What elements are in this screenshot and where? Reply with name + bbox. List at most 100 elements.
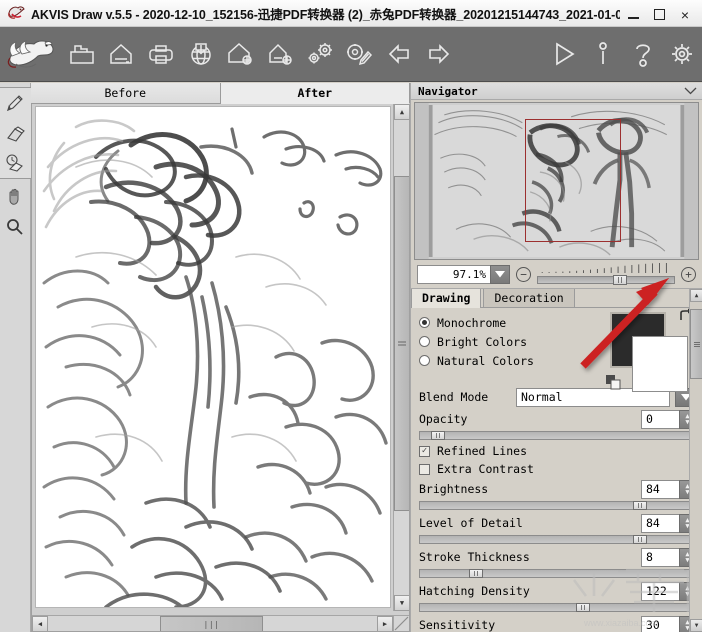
info-icon[interactable] [583, 32, 623, 77]
level-of-detail-slider[interactable] [419, 535, 694, 544]
right-panel: Navigator 97.1% − + Drawing Decoration M… [410, 83, 702, 632]
image-view-tabs: Before After [31, 83, 410, 104]
scroll-up-arrow[interactable]: ▲ [394, 104, 409, 120]
opacity-stepper[interactable]: 0 ▲ ▼ [641, 409, 696, 429]
radio-bright-colors[interactable] [419, 336, 430, 347]
scrollbar-corner-grip [393, 615, 409, 631]
pencil-tool-icon[interactable] [1, 88, 30, 118]
redo-arrow-icon[interactable] [419, 32, 459, 77]
brightness-stepper[interactable]: 84 ▲ ▼ [641, 479, 696, 499]
hatching-density-slider[interactable] [419, 603, 694, 612]
radio-natural-colors[interactable] [419, 355, 430, 366]
hatching-density-stepper[interactable]: 122 ▲ ▼ [641, 581, 696, 601]
sensitivity-stepper[interactable]: 30 ▲ ▼ [641, 615, 696, 632]
settings-scroll-up[interactable]: ▲ [690, 289, 702, 302]
opacity-slider[interactable] [419, 431, 694, 440]
tab-before[interactable]: Before [31, 83, 221, 103]
label-bright-colors: Bright Colors [437, 334, 528, 349]
scroll-right-arrow[interactable]: ▶ [377, 616, 393, 631]
save-preset-icon[interactable] [260, 32, 300, 77]
zoom-out-button[interactable]: − [516, 266, 531, 282]
navigator-header: Navigator [411, 83, 702, 100]
settings-scroll-down[interactable]: ▼ [690, 619, 702, 632]
history-brush-tool-icon[interactable] [1, 148, 30, 178]
print-image-icon[interactable] [141, 32, 181, 77]
eraser-tool-icon[interactable] [1, 118, 30, 148]
workspace: Before After ▲ ▼ ◀ ||| ▶ Navigator 97.1%… [0, 83, 702, 632]
publish-web-icon[interactable] [181, 32, 221, 77]
canvas-horizontal-scrollbar[interactable]: ◀ ||| ▶ [32, 615, 409, 631]
tool-rail [0, 83, 31, 632]
tab-drawing[interactable]: Drawing [411, 289, 482, 308]
navigator-thumbnail[interactable] [414, 102, 699, 260]
brightness-slider[interactable] [419, 501, 694, 510]
chevron-down-icon[interactable] [684, 85, 697, 98]
settings-body: Monochrome Bright Colors Natural Colors … [411, 308, 702, 632]
brightness-slider-thumb[interactable] [632, 501, 647, 510]
close-button[interactable]: × [672, 3, 698, 27]
tab-decoration[interactable]: Decoration [483, 289, 575, 307]
level-of-detail-value[interactable]: 84 [641, 513, 679, 533]
hand-tool-icon[interactable] [1, 182, 30, 212]
settings-panel: Drawing Decoration Monochrome Bright Col… [411, 288, 702, 632]
zoom-value[interactable]: 97.1% [417, 264, 490, 284]
brightness-label: Brightness [419, 482, 489, 496]
maximize-button[interactable] [646, 3, 672, 27]
opacity-slider-thumb[interactable] [430, 431, 445, 440]
undo-arrow-icon[interactable] [379, 32, 419, 77]
stroke-thickness-slider-thumb[interactable] [469, 569, 484, 578]
zoom-slider-track[interactable] [537, 276, 675, 284]
sensitivity-label: Sensitivity [419, 618, 496, 632]
zoom-slider-thumb[interactable] [612, 275, 627, 285]
canvas-wrapper: ▲ ▼ ◀ ||| ▶ [31, 104, 410, 632]
opacity-label: Opacity [419, 412, 468, 426]
zoom-tool-icon[interactable] [1, 212, 30, 242]
result-image[interactable] [35, 106, 391, 608]
background-color-swatch[interactable] [632, 336, 688, 392]
hatching-density-value[interactable]: 122 [641, 581, 679, 601]
default-colors-icon[interactable] [606, 375, 622, 394]
scroll-left-arrow[interactable]: ◀ [32, 616, 48, 631]
load-preset-icon[interactable] [221, 32, 261, 77]
image-area: Before After ▲ ▼ ◀ ||| ▶ [31, 83, 410, 632]
save-image-icon[interactable] [102, 32, 142, 77]
help-question-icon[interactable] [623, 32, 663, 77]
settings-gear-icon[interactable] [662, 32, 702, 77]
minimize-button[interactable] [620, 3, 646, 27]
vscroll-thumb[interactable] [394, 176, 409, 511]
open-image-icon[interactable] [62, 32, 102, 77]
brightness-value[interactable]: 84 [641, 479, 679, 499]
hscroll-thumb[interactable]: ||| [160, 616, 263, 631]
stroke-thickness-slider[interactable] [419, 569, 694, 578]
scroll-down-arrow[interactable]: ▼ [394, 595, 409, 611]
sensitivity-value[interactable]: 30 [641, 615, 679, 632]
stroke-thickness-value[interactable]: 8 [641, 547, 679, 567]
run-play-icon[interactable] [543, 32, 583, 77]
level-of-detail-slider-thumb[interactable] [632, 535, 647, 544]
extra-contrast-row[interactable]: Extra Contrast [411, 460, 702, 478]
checkbox-refined-lines[interactable]: ✓ [419, 445, 430, 457]
level-of-detail-stepper[interactable]: 84 ▲ ▼ [641, 513, 696, 533]
opacity-row: Opacity 0 ▲ ▼ [411, 408, 702, 430]
preferences-gears-icon[interactable] [300, 32, 340, 77]
opacity-value[interactable]: 0 [641, 409, 679, 429]
checkbox-extra-contrast[interactable] [419, 463, 430, 475]
refined-lines-row[interactable]: ✓ Refined Lines [411, 442, 702, 460]
canvas-vertical-scrollbar[interactable]: ▲ ▼ [393, 104, 409, 611]
zoom-in-button[interactable]: + [681, 266, 696, 282]
tab-after[interactable]: After [220, 83, 410, 104]
blend-mode-label: Blend Mode [419, 390, 489, 404]
brightness-row: Brightness 84 ▲ ▼ [411, 478, 702, 500]
stroke-thickness-stepper[interactable]: 8 ▲ ▼ [641, 547, 696, 567]
hatching-density-slider-thumb[interactable] [575, 603, 590, 612]
navigator-title: Navigator [418, 84, 478, 98]
settings-scroll-thumb[interactable] [690, 309, 702, 379]
zoom-combo[interactable]: 97.1% [417, 264, 510, 284]
settings-scrollbar[interactable]: ▲ ▼ [689, 289, 702, 632]
zoom-dropdown-icon[interactable] [490, 264, 510, 284]
app-icon [5, 3, 27, 23]
batch-edit-icon[interactable] [339, 32, 379, 77]
zoom-slider[interactable] [537, 263, 675, 285]
radio-monochrome[interactable] [419, 317, 430, 328]
navigator-viewport-box[interactable] [525, 119, 621, 242]
